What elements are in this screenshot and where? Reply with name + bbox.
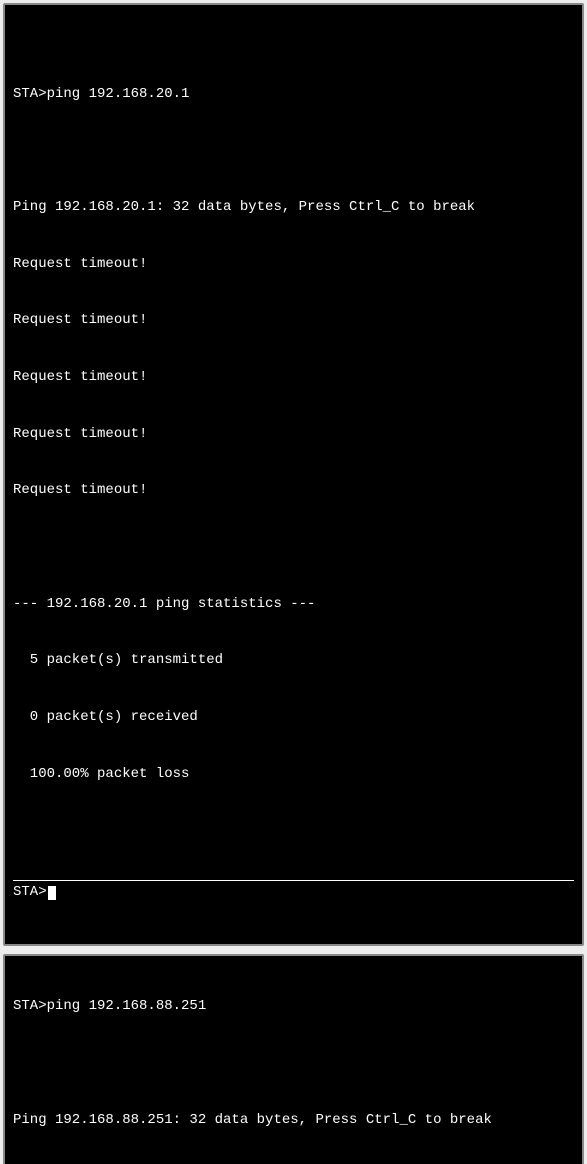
timeout-line: Request timeout! xyxy=(13,481,574,500)
terminal-line xyxy=(13,538,574,557)
command-line: STA>ping 192.168.20.1 xyxy=(13,85,574,104)
prompt-text: STA> xyxy=(13,884,47,900)
ping-header: Ping 192.168.20.1: 32 data bytes, Press … xyxy=(13,198,574,217)
timeout-line: Request timeout! xyxy=(13,255,574,274)
stats-header: --- 192.168.20.1 ping statistics --- xyxy=(13,595,574,614)
ping-header: Ping 192.168.88.251: 32 data bytes, Pres… xyxy=(13,1111,574,1130)
terminal-line xyxy=(13,1054,574,1073)
command-line: STA>ping 192.168.88.251 xyxy=(13,997,574,1016)
stats-line: 5 packet(s) transmitted xyxy=(13,651,574,670)
timeout-line: Request timeout! xyxy=(13,368,574,387)
stats-line: 100.00% packet loss xyxy=(13,765,574,784)
terminal-output-2: STA>ping 192.168.88.251 Ping 192.168.88.… xyxy=(3,954,584,1164)
terminal-line xyxy=(13,141,574,160)
terminal-output-1: STA>ping 192.168.20.1 Ping 192.168.20.1:… xyxy=(3,3,584,946)
timeout-line: Request timeout! xyxy=(13,425,574,444)
cursor-icon xyxy=(48,886,56,900)
prompt-line[interactable]: STA> xyxy=(13,880,574,902)
timeout-line: Request timeout! xyxy=(13,311,574,330)
terminal-line xyxy=(13,821,574,840)
stats-line: 0 packet(s) received xyxy=(13,708,574,727)
